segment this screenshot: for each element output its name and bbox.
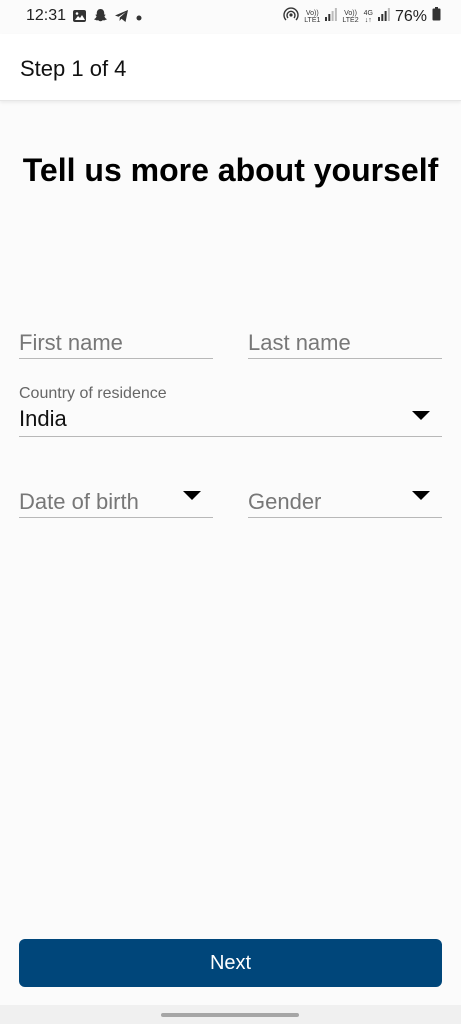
first-name-placeholder: First name bbox=[19, 330, 123, 355]
app-header: Step 1 of 4 bbox=[0, 34, 461, 101]
dropdown-arrow-icon[interactable] bbox=[412, 491, 430, 500]
dob-placeholder: Date of birth bbox=[19, 489, 139, 514]
signal-icon bbox=[377, 7, 390, 26]
network-label-1: Vo)) LTE1 bbox=[304, 9, 321, 24]
dropdown-arrow-icon[interactable] bbox=[183, 491, 201, 500]
telegram-icon bbox=[114, 9, 129, 28]
notification-icons bbox=[72, 8, 143, 28]
network-label-2: Vo)) LTE2 bbox=[342, 9, 359, 24]
country-value: India bbox=[19, 406, 67, 431]
battery-percent: 76% bbox=[394, 7, 427, 25]
home-indicator[interactable] bbox=[161, 1013, 299, 1017]
step-indicator: Step 1 of 4 bbox=[20, 56, 127, 81]
dropdown-arrow-icon[interactable] bbox=[412, 411, 430, 420]
page-title: Tell us more about yourself bbox=[22, 152, 439, 188]
status-time: 12:31 bbox=[26, 7, 67, 24]
network-gen-label: 4G ↓↑ bbox=[363, 9, 373, 24]
first-name-field[interactable]: First name bbox=[19, 325, 213, 359]
battery-icon bbox=[432, 7, 441, 26]
snapchat-icon bbox=[93, 8, 108, 28]
last-name-placeholder: Last name bbox=[248, 330, 351, 355]
system-status-icons: Vo)) LTE1 Vo)) LTE2 4G ↓↑ 76% bbox=[283, 6, 441, 27]
gender-placeholder: Gender bbox=[248, 489, 322, 514]
last-name-field[interactable]: Last name bbox=[248, 325, 442, 359]
status-bar: 12:31 Vo)) LTE1 Vo)) LTE2 4G ↓↑ 76% bbox=[0, 0, 461, 34]
gallery-icon bbox=[72, 9, 87, 28]
next-button[interactable]: Next bbox=[19, 939, 442, 987]
signal-icon bbox=[325, 7, 338, 26]
hotspot-icon bbox=[283, 6, 299, 27]
country-select[interactable]: Country of residence India bbox=[19, 385, 442, 437]
date-of-birth-field[interactable]: Date of birth bbox=[19, 480, 213, 518]
dot-icon bbox=[135, 9, 143, 27]
gender-select[interactable]: Gender bbox=[248, 480, 442, 518]
country-label: Country of residence bbox=[19, 385, 167, 402]
